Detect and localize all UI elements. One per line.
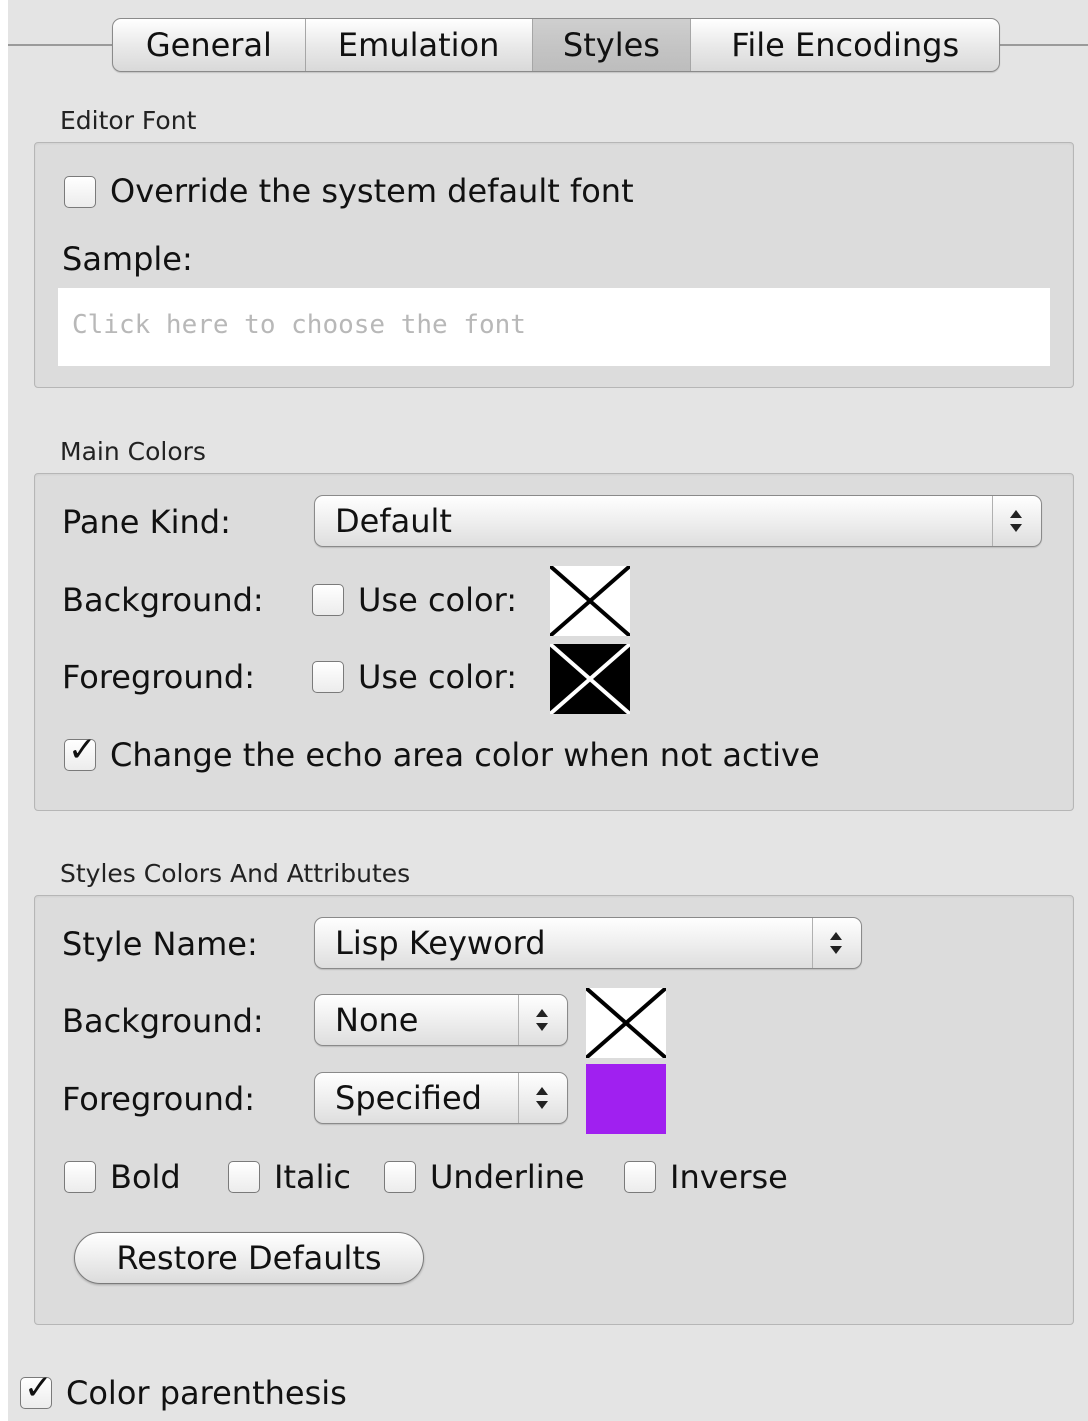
main-colors-group-title: Main Colors (60, 437, 206, 466)
bold-checkbox[interactable] (64, 1161, 96, 1193)
pane-kind-label: Pane Kind: (62, 503, 231, 541)
background-use-color-label: Use color: (358, 581, 517, 619)
style-name-popup[interactable]: Lisp Keyword (314, 917, 862, 969)
font-sample-field[interactable]: Click here to choose the font (58, 288, 1050, 366)
restore-defaults-button[interactable]: Restore Defaults (74, 1232, 424, 1284)
preferences-panel: General Emulation Styles File Encodings … (8, 0, 1088, 1421)
pane-kind-value: Default (335, 502, 452, 540)
editor-font-group-title: Editor Font (60, 106, 197, 135)
style-name-value: Lisp Keyword (335, 924, 546, 962)
popup-arrows-icon (812, 918, 861, 968)
style-foreground-value: Specified (335, 1079, 482, 1117)
style-name-label: Style Name: (62, 925, 258, 963)
color-parenthesis-label: Color parenthesis (66, 1374, 347, 1412)
echo-area-label: Change the echo area color when not acti… (110, 736, 820, 774)
tab-general[interactable]: General (113, 19, 306, 71)
italic-label: Italic (274, 1158, 351, 1196)
tab-file-encodings[interactable]: File Encodings (691, 19, 999, 71)
echo-area-checkbox[interactable]: ✓ (64, 730, 97, 771)
italic-checkbox[interactable] (228, 1161, 260, 1193)
style-foreground-popup[interactable]: Specified (314, 1072, 568, 1124)
checkmark-icon: ✓ (68, 730, 97, 770)
main-background-label: Background: (62, 581, 264, 619)
popup-arrows-icon (518, 995, 567, 1045)
style-background-popup[interactable]: None (314, 994, 568, 1046)
no-color-dark-icon (550, 644, 630, 714)
no-color-icon (586, 988, 666, 1058)
override-font-label: Override the system default font (110, 172, 634, 210)
underline-label: Underline (430, 1158, 585, 1196)
styles-group-title: Styles Colors And Attributes (60, 859, 411, 888)
popup-arrows-icon (992, 496, 1041, 546)
inverse-label: Inverse (670, 1158, 788, 1196)
tab-emulation[interactable]: Emulation (306, 19, 533, 71)
tab-bar: General Emulation Styles File Encodings (112, 18, 1000, 72)
style-background-value: None (335, 1001, 419, 1039)
checkmark-icon: ✓ (24, 1368, 53, 1408)
foreground-use-color-label: Use color: (358, 658, 517, 696)
foreground-color-swatch[interactable] (550, 644, 630, 714)
pane-kind-popup[interactable]: Default (314, 495, 1042, 547)
tab-styles[interactable]: Styles (532, 19, 692, 71)
background-color-swatch[interactable] (550, 566, 630, 636)
sample-label: Sample: (62, 240, 193, 278)
color-parenthesis-checkbox[interactable]: ✓ (20, 1368, 53, 1409)
background-use-color-checkbox[interactable] (312, 584, 344, 616)
foreground-use-color-checkbox[interactable] (312, 661, 344, 693)
no-color-icon (550, 566, 630, 636)
style-background-swatch[interactable] (586, 988, 666, 1058)
override-font-checkbox[interactable] (64, 176, 96, 208)
popup-arrows-icon (518, 1073, 567, 1123)
underline-checkbox[interactable] (384, 1161, 416, 1193)
style-foreground-label: Foreground: (62, 1080, 255, 1118)
style-foreground-swatch[interactable] (586, 1064, 666, 1134)
main-foreground-label: Foreground: (62, 658, 255, 696)
font-sample-placeholder: Click here to choose the font (72, 310, 526, 340)
style-background-label: Background: (62, 1002, 264, 1040)
inverse-checkbox[interactable] (624, 1161, 656, 1193)
bold-label: Bold (110, 1158, 181, 1196)
